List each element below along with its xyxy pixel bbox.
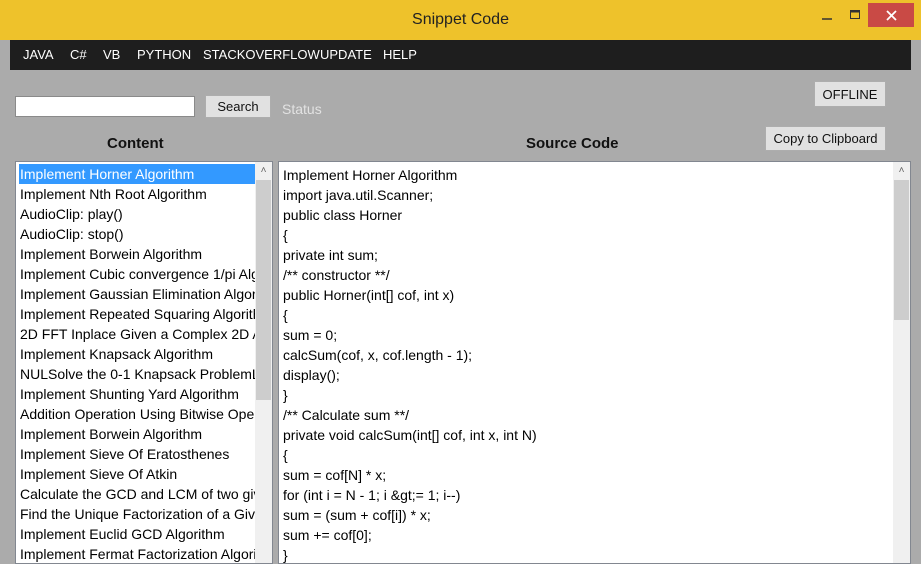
code-line: for (int i = N - 1; i &gt;= 1; i--) [283,487,461,503]
copy-to-clipboard-button[interactable]: Copy to Clipboard [765,126,886,151]
code-line: Implement Horner Algorithm [283,167,458,183]
code-line: sum = 0; [283,327,338,343]
code-line: { [283,307,288,323]
search-button[interactable]: Search [205,95,271,118]
minimize-button[interactable] [812,4,842,26]
source-code-header: Source Code [526,135,619,152]
code-line: } [283,387,288,403]
code-line: { [283,447,288,463]
list-item[interactable]: Find the Unique Factorization of a Given [19,504,255,524]
code-line: display(); [283,367,340,383]
offline-button[interactable]: OFFLINE [814,81,886,107]
status-label: Status [282,101,322,117]
menu-csharp[interactable]: C# [70,47,87,62]
code-line: private void calcSum(int[] cof, int x, i… [283,427,537,443]
list-item[interactable]: Implement Euclid GCD Algorithm [19,524,255,544]
list-item[interactable]: AudioClip: play() [19,204,255,224]
code-line: /** constructor **/ [283,267,390,283]
code-line: sum = cof[N] * x; [283,467,387,483]
list-item[interactable]: Implement Fermat Factorization Algorith [19,544,255,563]
list-item[interactable]: Implement Gaussian Elimination Algorith [19,284,255,304]
code-line: calcSum(cof, x, cof.length - 1); [283,347,473,363]
content-list[interactable]: ˄ Implement Horner Algorithm Implement Nt… [15,161,273,564]
list-item[interactable]: Implement Borwein Algorithm [19,424,255,444]
list-item[interactable]: Implement Sieve Of Eratosthenes [19,444,255,464]
scroll-thumb[interactable] [256,180,271,400]
title-bar: Snippet Code [0,0,921,40]
list-item[interactable]: Implement Knapsack Algorithm [19,344,255,364]
list-item[interactable]: AudioClip: stop() [19,224,255,244]
list-item[interactable]: Addition Operation Using Bitwise Opera [19,404,255,424]
list-item[interactable]: NULSolve the 0-1 Knapsack ProblemL [19,364,255,384]
close-button[interactable] [868,3,914,27]
window-title: Snippet Code [412,11,509,28]
code-line: /** Calculate sum **/ [283,407,410,423]
menu-vb[interactable]: VB [103,47,120,62]
content-header: Content [107,135,164,152]
scroll-up-icon[interactable]: ˄ [893,162,910,179]
list-item[interactable]: Implement Sieve Of Atkin [19,464,255,484]
code-line: public class Horner [283,207,403,223]
menu-java[interactable]: JAVA [23,47,54,62]
code-line: { [283,227,288,243]
list-item[interactable]: Implement Repeated Squaring Algorithm [19,304,255,324]
menu-stackoverflow[interactable]: STACKOVERFLOW [203,47,320,62]
code-line: import java.util.Scanner; [283,187,434,203]
list-item[interactable]: 2D FFT Inplace Given a Complex 2D Arr [19,324,255,344]
source-code-scrollbar[interactable]: ˄ [893,162,910,563]
list-item[interactable]: Implement Borwein Algorithm [19,244,255,264]
menu-help[interactable]: HELP [383,47,417,62]
code-line: private int sum; [283,247,378,263]
maximize-icon [850,10,860,19]
close-icon [885,9,897,21]
list-item[interactable]: Implement Nth Root Algorithm [19,184,255,204]
list-item[interactable]: Implement Horner Algorithm [19,164,255,184]
content-list-scrollbar[interactable]: ˄ [255,162,272,563]
maximize-button[interactable] [840,4,870,26]
menu-update[interactable]: UPDATE [320,47,372,62]
code-line: } [283,547,288,563]
code-line: sum += cof[0]; [283,527,372,543]
minimize-icon [822,18,832,20]
list-item[interactable]: Implement Shunting Yard Algorithm [19,384,255,404]
scroll-thumb[interactable] [894,180,909,320]
code-line: sum = (sum + cof[i]) * x; [283,507,431,523]
search-input[interactable] [15,96,195,117]
menu-bar: JAVA C# VB PYTHON STACKOVERFLOW UPDATE H… [10,40,911,70]
list-item[interactable]: Implement Cubic convergence 1/pi Algo [19,264,255,284]
code-line: public Horner(int[] cof, int x) [283,287,455,303]
list-item[interactable]: Calculate the GCD and LCM of two giver [19,484,255,504]
scroll-up-icon[interactable]: ˄ [255,162,272,179]
menu-python[interactable]: PYTHON [137,47,191,62]
source-code-view[interactable]: ˄ Implement Horner Algorithm import java.… [278,161,911,564]
